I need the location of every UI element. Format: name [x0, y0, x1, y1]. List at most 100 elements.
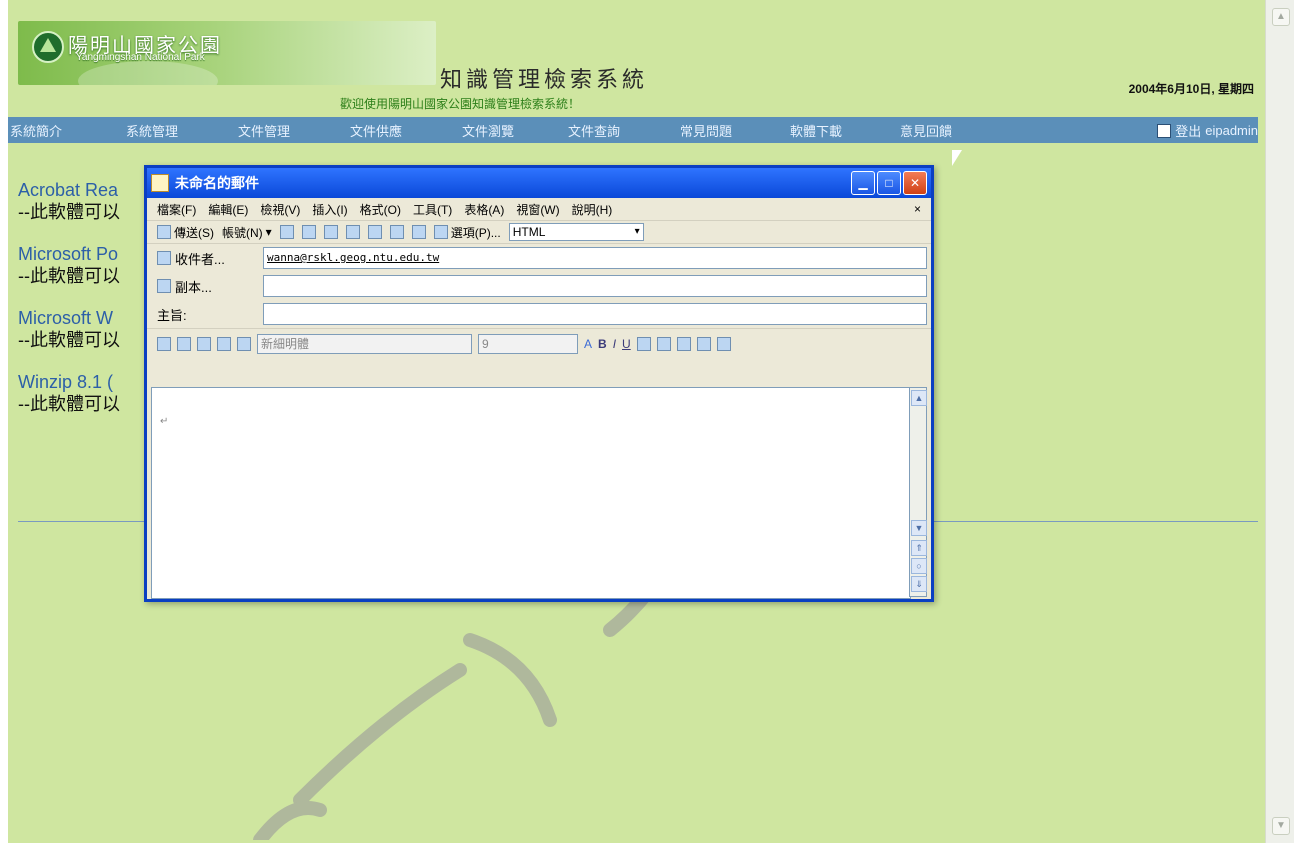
format-toolbar: 新細明體 9 A B I U	[147, 328, 931, 359]
paste-icon[interactable]	[237, 337, 251, 351]
new-mail-window[interactable]: 未命名的郵件 ▁ □ ✕ 檔案(F) 編輯(E) 檢視(V) 插入(I) 格式(…	[144, 165, 934, 602]
save-icon[interactable]	[157, 337, 171, 351]
nav-item-doc-search[interactable]: 文件查詢	[568, 121, 620, 140]
align-center-icon[interactable]	[656, 337, 671, 351]
cc-row: 副本...	[147, 272, 931, 300]
window-titlebar[interactable]: 未命名的郵件 ▁ □ ✕	[147, 168, 931, 198]
minimize-button[interactable]: ▁	[851, 171, 875, 195]
message-format-select[interactable]: HTML	[508, 223, 644, 241]
list-item: Microsoft Po --此軟體可以	[18, 244, 120, 288]
menu-window[interactable]: 視窗(W)	[516, 201, 559, 218]
nav-item-doc-supply[interactable]: 文件供應	[350, 121, 402, 140]
importance-low-icon[interactable]	[367, 225, 382, 239]
subject-field[interactable]	[263, 303, 927, 325]
nav-item-doc-admin[interactable]: 文件管理	[238, 121, 290, 140]
send-icon	[157, 225, 171, 239]
cut-icon[interactable]	[197, 337, 211, 351]
check-names-icon[interactable]	[323, 225, 338, 239]
select-object-icon[interactable]: ○	[911, 558, 927, 574]
align-left-icon[interactable]	[636, 337, 651, 351]
window-title: 未命名的郵件	[175, 175, 259, 191]
align-right-icon[interactable]	[676, 337, 691, 351]
cc-label: 副本...	[175, 279, 212, 295]
software-title-link[interactable]: Acrobat Rea	[18, 180, 120, 200]
to-button[interactable]: 收件者...	[157, 249, 263, 268]
prev-page-icon[interactable]: ⇑	[911, 540, 927, 556]
menu-edit[interactable]: 編輯(E)	[208, 201, 248, 218]
justify-icon[interactable]	[696, 337, 711, 351]
scroll-up-icon[interactable]: ▲	[1272, 8, 1290, 26]
account-button[interactable]: 帳號(N) ▾	[222, 224, 272, 241]
menu-tools[interactable]: 工具(T)	[413, 201, 452, 218]
page-scrollbar[interactable]: ▲ ▼	[1265, 0, 1294, 843]
mail-toolbar: 傳送(S) 帳號(N) ▾ 選項(P)... HTML	[147, 220, 931, 244]
main-nav: 系統簡介 系統管理 文件管理 文件供應 文件瀏覽 文件查詢 常見問題 軟體下載 …	[8, 117, 1258, 143]
close-button[interactable]: ✕	[903, 171, 927, 195]
subject-row: 主旨:	[147, 300, 931, 328]
underline-button[interactable]: U	[622, 337, 631, 351]
address-book-icon[interactable]	[301, 225, 316, 239]
print-icon[interactable]	[177, 337, 191, 351]
nav-item-faq[interactable]: 常見問題	[680, 121, 732, 140]
address-book-icon	[157, 279, 171, 293]
options-button[interactable]: 選項(P)...	[433, 224, 501, 241]
font-size-select[interactable]: 9	[478, 334, 578, 354]
menu-close-icon[interactable]: ×	[914, 202, 921, 216]
chevron-down-icon: ▾	[265, 225, 272, 239]
font-select[interactable]: 新細明體	[257, 334, 472, 354]
importance-high-icon[interactable]	[345, 225, 360, 239]
bullet-list-icon[interactable]	[716, 337, 731, 351]
next-page-icon[interactable]: ⇓	[911, 576, 927, 592]
italic-button[interactable]: I	[613, 337, 616, 351]
software-title-link[interactable]: Microsoft W	[18, 308, 120, 328]
software-list: Acrobat Rea --此軟體可以 Microsoft Po --此軟體可以…	[18, 180, 120, 436]
bold-button[interactable]: B	[598, 337, 607, 351]
copy-icon[interactable]	[217, 337, 231, 351]
nav-item-doc-browse[interactable]: 文件瀏覽	[462, 121, 514, 140]
scroll-up-icon[interactable]: ▲	[911, 390, 927, 406]
menu-view[interactable]: 檢視(V)	[260, 201, 300, 218]
send-button[interactable]: 傳送(S)	[157, 224, 214, 241]
menu-insert[interactable]: 插入(I)	[312, 201, 347, 218]
nav-item-system-intro[interactable]: 系統簡介	[10, 121, 62, 140]
to-row: 收件者... wanna@rskl.geog.ntu.edu.tw	[147, 244, 931, 272]
options-icon	[433, 225, 448, 239]
address-book-icon	[157, 251, 171, 265]
message-body-editor[interactable]: ↵	[151, 387, 911, 599]
list-item: Winzip 8.1 ( --此軟體可以	[18, 372, 120, 416]
park-logo-english: Yangmingshan National Park	[76, 52, 205, 63]
to-label: 收件者...	[175, 251, 225, 267]
menu-bar: 檔案(F) 編輯(E) 檢視(V) 插入(I) 格式(O) 工具(T) 表格(A…	[147, 198, 931, 220]
logout-label: 登出	[1175, 124, 1202, 139]
to-field[interactable]: wanna@rskl.geog.ntu.edu.tw	[263, 247, 927, 269]
mail-icon	[151, 174, 169, 192]
subject-label: 主旨:	[157, 307, 187, 323]
menu-file[interactable]: 檔案(F)	[157, 201, 196, 218]
park-logo-icon	[32, 31, 64, 63]
username: eipadmin	[1205, 123, 1258, 138]
maximize-button[interactable]: □	[877, 171, 901, 195]
menu-format[interactable]: 格式(O)	[360, 201, 401, 218]
scroll-down-icon[interactable]: ▼	[911, 520, 927, 536]
list-item: Microsoft W --此軟體可以	[18, 308, 120, 352]
send-label: 傳送(S)	[174, 225, 214, 240]
software-title-link[interactable]: Microsoft Po	[18, 244, 120, 264]
folder-icon[interactable]	[411, 225, 426, 239]
nav-item-system-admin[interactable]: 系統管理	[126, 121, 178, 140]
menu-help[interactable]: 說明(H)	[572, 201, 613, 218]
cc-button[interactable]: 副本...	[157, 277, 263, 296]
nav-item-software-download[interactable]: 軟體下載	[790, 121, 842, 140]
font-color-icon[interactable]: A	[584, 337, 592, 351]
software-title-link[interactable]: Winzip 8.1 (	[18, 372, 120, 392]
logout-link[interactable]: 登出 eipadmin	[1157, 121, 1258, 140]
system-title: 知識管理檢索系統	[440, 68, 649, 93]
list-item: Acrobat Rea --此軟體可以	[18, 180, 120, 224]
attach-icon[interactable]	[279, 225, 294, 239]
flag-icon[interactable]	[389, 225, 404, 239]
cc-field[interactable]	[263, 275, 927, 297]
nav-item-feedback[interactable]: 意見回饋	[900, 121, 952, 140]
scroll-down-icon[interactable]: ▼	[1272, 817, 1290, 835]
menu-table[interactable]: 表格(A)	[464, 201, 504, 218]
editor-scrollbar[interactable]: ▲ ▼ ⇑ ○ ⇓	[909, 387, 927, 597]
park-logo-banner: 陽明山國家公園 Yangmingshan National Park	[18, 21, 436, 85]
